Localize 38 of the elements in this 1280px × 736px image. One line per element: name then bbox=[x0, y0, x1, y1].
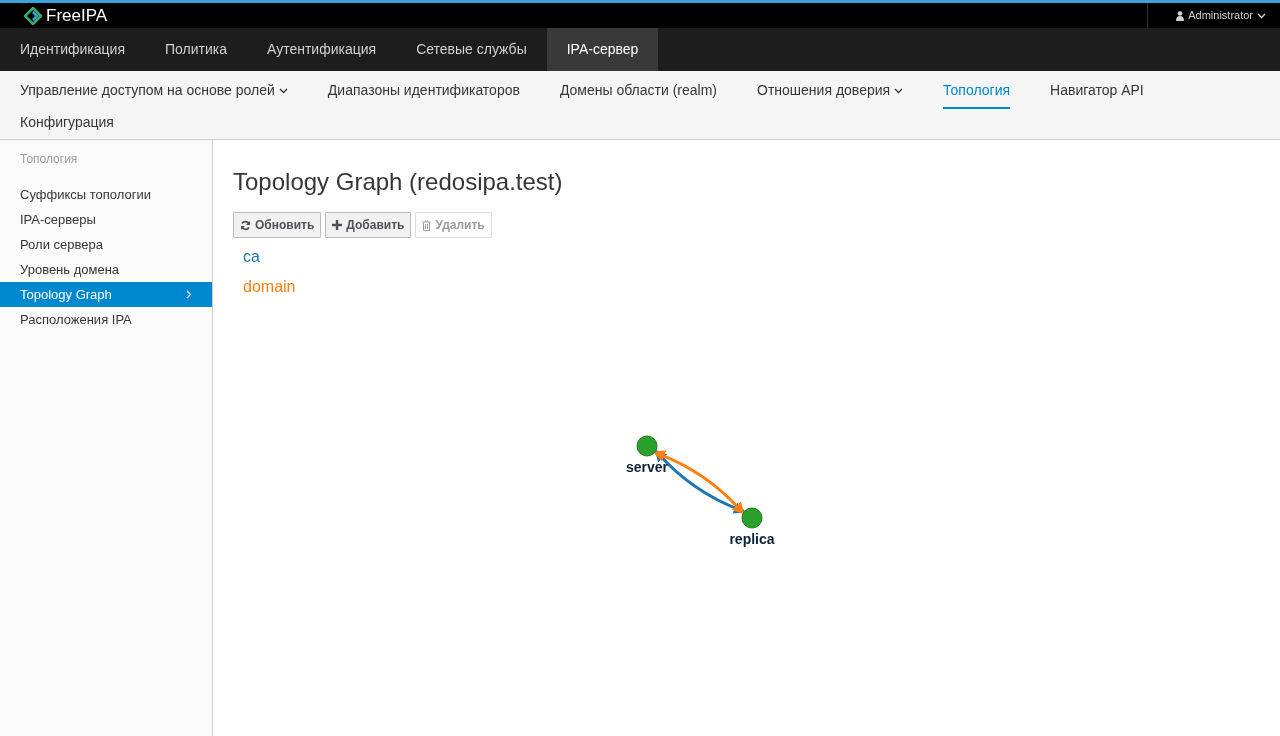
sidebar-item[interactable]: Расположения IPA bbox=[0, 307, 212, 332]
page-title: Topology Graph (redosipa.test) bbox=[233, 167, 564, 197]
server-node[interactable] bbox=[741, 507, 763, 529]
sidebar-item[interactable]: Суффиксы топологии bbox=[0, 182, 212, 207]
refresh-icon bbox=[240, 219, 251, 231]
caret-icon bbox=[1257, 12, 1266, 19]
server-node[interactable] bbox=[636, 435, 658, 457]
logo-icon bbox=[24, 6, 42, 25]
nav-tab[interactable]: Политика bbox=[144, 28, 247, 71]
subnav-tab[interactable]: Навигатор API bbox=[1030, 75, 1164, 107]
nav-tab[interactable]: IPA-сервер bbox=[546, 28, 659, 71]
sidebar-item[interactable]: Topology Graph bbox=[0, 282, 212, 307]
caret-icon bbox=[278, 88, 288, 94]
plus-icon bbox=[332, 220, 343, 230]
chevron-icon bbox=[186, 290, 192, 299]
sidebar-item[interactable]: IPA-серверы bbox=[0, 207, 212, 232]
nav-tab[interactable]: Сетевые службы bbox=[396, 28, 547, 71]
add-button[interactable]: Добавить bbox=[325, 212, 412, 238]
subnav-tab[interactable]: Конфигурация bbox=[0, 107, 134, 139]
nav-tab[interactable]: Идентификация bbox=[0, 28, 145, 71]
subnav-tab[interactable]: Диапазоны идентификаторов bbox=[307, 75, 540, 107]
suffix-legend-item: domain bbox=[243, 277, 297, 297]
subnav-tab[interactable]: Управление доступом на основе ролей bbox=[0, 75, 308, 107]
node-label: replica bbox=[729, 531, 775, 547]
node-label: server bbox=[626, 459, 668, 475]
subnav-tab[interactable]: Отношения доверия bbox=[737, 75, 924, 107]
sidebar-item[interactable]: Уровень домена bbox=[0, 257, 212, 282]
refresh-button[interactable]: Обновить bbox=[233, 212, 322, 238]
sidebar-heading: Топология bbox=[19, 151, 79, 168]
trash-icon bbox=[422, 219, 432, 231]
subnav-tab[interactable]: Домены области (realm) bbox=[539, 75, 738, 107]
nav-tab[interactable]: Аутентификация bbox=[246, 28, 397, 71]
subnav-tab[interactable]: Топология bbox=[923, 75, 1031, 107]
suffix-legend-item: ca bbox=[243, 247, 261, 267]
brand-name: FreeIPA bbox=[46, 4, 108, 27]
user-icon bbox=[1176, 10, 1185, 21]
caret-icon bbox=[894, 88, 904, 94]
sidebar-item[interactable]: Роли сервера bbox=[0, 232, 212, 257]
